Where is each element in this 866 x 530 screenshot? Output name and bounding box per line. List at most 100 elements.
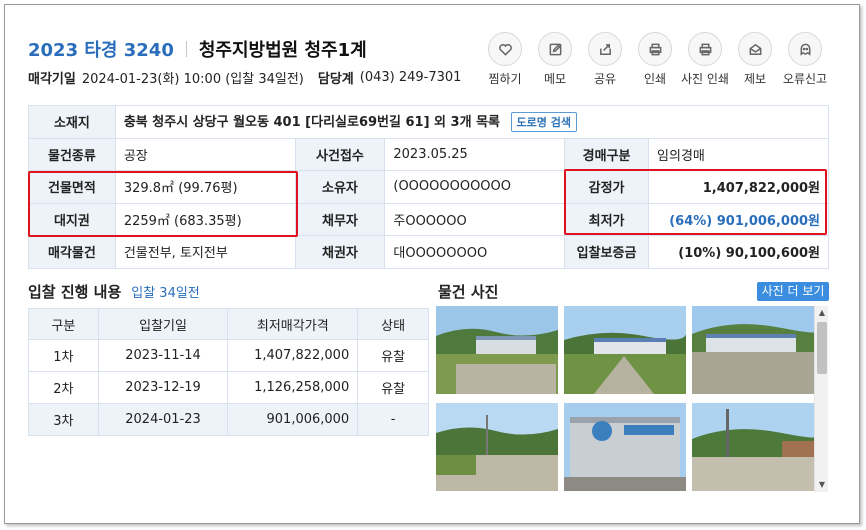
bid-status: 유찰 <box>357 371 429 404</box>
bid-status: 유찰 <box>357 339 429 372</box>
column-header: 입찰기일 <box>97 308 229 340</box>
bid-countdown: 입찰 34일전 <box>131 286 200 301</box>
table-row-current: 3차 2024-01-23 901,006,000 - <box>28 403 429 436</box>
appraisal-label: 감정가 <box>564 170 650 204</box>
action-label: 제보 <box>743 72 767 86</box>
action-label: 메모 <box>543 72 567 86</box>
table-row: 1차 2023-11-14 1,407,822,000 유찰 <box>28 339 429 372</box>
building-area-label: 건물면적 <box>28 170 116 204</box>
location-label: 소재지 <box>28 105 116 139</box>
print-button[interactable]: 인쇄 <box>630 32 680 87</box>
min-price-label: 최저가 <box>564 202 650 236</box>
action-bar: 찜하기 메모 공유 인쇄 사진 인쇄 제보 오류신고 <box>480 32 830 87</box>
auction-kind-label: 경매구분 <box>564 137 650 171</box>
table-row: 물건종류 공장 사건접수 2023.05.25 경매구분 임의경매 <box>28 137 829 171</box>
dept-label: 담당계 <box>317 72 354 87</box>
divider <box>185 41 187 57</box>
report-button[interactable]: 제보 <box>730 32 780 87</box>
owner-value: (OOOOOOOOOOO <box>384 170 566 204</box>
sale-item-label: 매각물건 <box>28 235 116 269</box>
pencil-icon <box>549 43 561 55</box>
owner-label: 소유자 <box>294 170 386 204</box>
memo-button[interactable]: 메모 <box>530 32 580 87</box>
photo-gallery <box>436 306 814 492</box>
bid-min-price: 1,126,258,000 <box>227 371 359 404</box>
sale-item-value: 건물전부, 토지전부 <box>114 235 296 269</box>
action-label: 사진 인쇄 <box>681 72 729 86</box>
deposit-value: (10%) 90,100,600원 <box>648 235 829 269</box>
bid-min-price: 901,006,000 <box>227 403 359 436</box>
creditor-label: 채권자 <box>294 235 386 269</box>
property-photo[interactable] <box>564 403 686 491</box>
case-number: 2023 타경 3240 <box>28 40 174 61</box>
dept-phone: (043) 249-7301 <box>359 70 462 85</box>
heart-icon <box>498 43 512 56</box>
road-address-search-button[interactable]: 도로명 검색 <box>510 112 577 133</box>
mail-icon <box>749 43 761 55</box>
creditor-value: 대OOOOOOOO <box>384 235 566 269</box>
bid-status: - <box>357 403 429 436</box>
bid-title-text: 입찰 진행 내용 <box>28 283 122 301</box>
bid-min-price: 1,407,822,000 <box>227 339 359 372</box>
column-header: 구분 <box>28 308 99 340</box>
bid-round: 3차 <box>28 403 99 436</box>
scroll-down-icon[interactable]: ▼ <box>815 478 829 492</box>
land-value: 2259㎡ (683.35평) <box>114 202 296 236</box>
debtor-label: 채무자 <box>294 202 386 236</box>
appraisal-value: 1,407,822,000원 <box>648 170 829 204</box>
land-label: 대지권 <box>28 202 116 236</box>
received-label: 사건접수 <box>294 137 386 171</box>
type-value: 공장 <box>114 137 296 171</box>
printer-icon <box>649 43 661 55</box>
min-price-value: (64%) 901,006,000원 <box>648 202 829 236</box>
scrollbar-thumb[interactable] <box>817 322 827 374</box>
favorite-button[interactable]: 찜하기 <box>480 32 530 87</box>
error-report-button[interactable]: 오류신고 <box>780 32 830 87</box>
location-value: 충북 청주시 상당구 월오동 401 [다리실로69번길 61] 외 3개 목록 <box>123 115 500 131</box>
ghost-icon <box>800 43 810 56</box>
printer-icon <box>699 43 711 55</box>
table-row: 2차 2023-12-19 1,126,258,000 유찰 <box>28 371 429 404</box>
property-photo[interactable] <box>564 306 686 394</box>
print-photos-button[interactable]: 사진 인쇄 <box>680 32 730 87</box>
table-row: 매각물건 건물전부, 토지전부 채권자 대OOOOOOOO 입찰보증금 (10%… <box>28 235 829 269</box>
building-area-value: 329.8㎡ (99.76평) <box>114 170 296 204</box>
property-photo[interactable] <box>692 403 814 491</box>
bid-section-title: 입찰 진행 내용 입찰 34일전 <box>28 281 200 302</box>
column-header: 상태 <box>357 308 429 340</box>
action-label: 오류신고 <box>782 72 828 86</box>
photo-scrollbar[interactable]: ▲ ▼ <box>814 306 828 492</box>
case-header: 2023 타경 3240 청주지방법원 청주1계 <box>28 36 367 62</box>
action-label: 공유 <box>593 72 617 86</box>
sale-date-label: 매각기일 <box>28 72 76 87</box>
table-row: 건물면적 329.8㎡ (99.76평) 소유자 (OOOOOOOOOOO 감정… <box>28 170 829 204</box>
deposit-label: 입찰보증금 <box>564 235 650 269</box>
share-button[interactable]: 공유 <box>580 32 630 87</box>
bid-round: 2차 <box>28 371 99 404</box>
received-value: 2023.05.25 <box>384 137 566 171</box>
property-photo[interactable] <box>692 306 814 394</box>
table-row: 소재지 충북 청주시 상당구 월오동 401 [다리실로69번길 61] 외 3… <box>28 105 830 139</box>
table-header-row: 구분 입찰기일 최저매각가격 상태 <box>28 308 429 340</box>
table-row: 대지권 2259㎡ (683.35평) 채무자 주OOOOOO 최저가 (64%… <box>28 202 829 236</box>
property-photo[interactable] <box>436 403 558 491</box>
sale-date: 2024-01-23(화) 10:00 (입찰 34일전) <box>81 72 304 87</box>
scroll-up-icon[interactable]: ▲ <box>815 306 829 320</box>
share-icon <box>599 43 611 55</box>
bid-round: 1차 <box>28 339 99 372</box>
court-name: 청주지방법원 청주1계 <box>198 40 367 61</box>
more-photos-button[interactable]: 사진 더 보기 <box>757 282 829 301</box>
bid-history-table: 구분 입찰기일 최저매각가격 상태 1차 2023-11-14 1,407,82… <box>28 308 429 436</box>
action-label: 인쇄 <box>643 72 667 86</box>
bid-date: 2023-12-19 <box>97 371 229 404</box>
sale-info-line: 매각기일 2024-01-23(화) 10:00 (입찰 34일전) 담당계 (… <box>28 68 475 87</box>
bid-date: 2023-11-14 <box>97 339 229 372</box>
photo-section-title: 물건 사진 <box>438 283 499 301</box>
bid-date: 2024-01-23 <box>97 403 229 436</box>
auction-kind-value: 임의경매 <box>648 137 829 171</box>
debtor-value: 주OOOOOO <box>384 202 566 236</box>
location-cell: 충북 청주시 상당구 월오동 401 [다리실로69번길 61] 외 3개 목록… <box>114 105 830 139</box>
property-info-table: 소재지 충북 청주시 상당구 월오동 401 [다리실로69번길 61] 외 3… <box>28 105 830 269</box>
type-label: 물건종류 <box>28 137 116 171</box>
property-photo[interactable] <box>436 306 558 394</box>
